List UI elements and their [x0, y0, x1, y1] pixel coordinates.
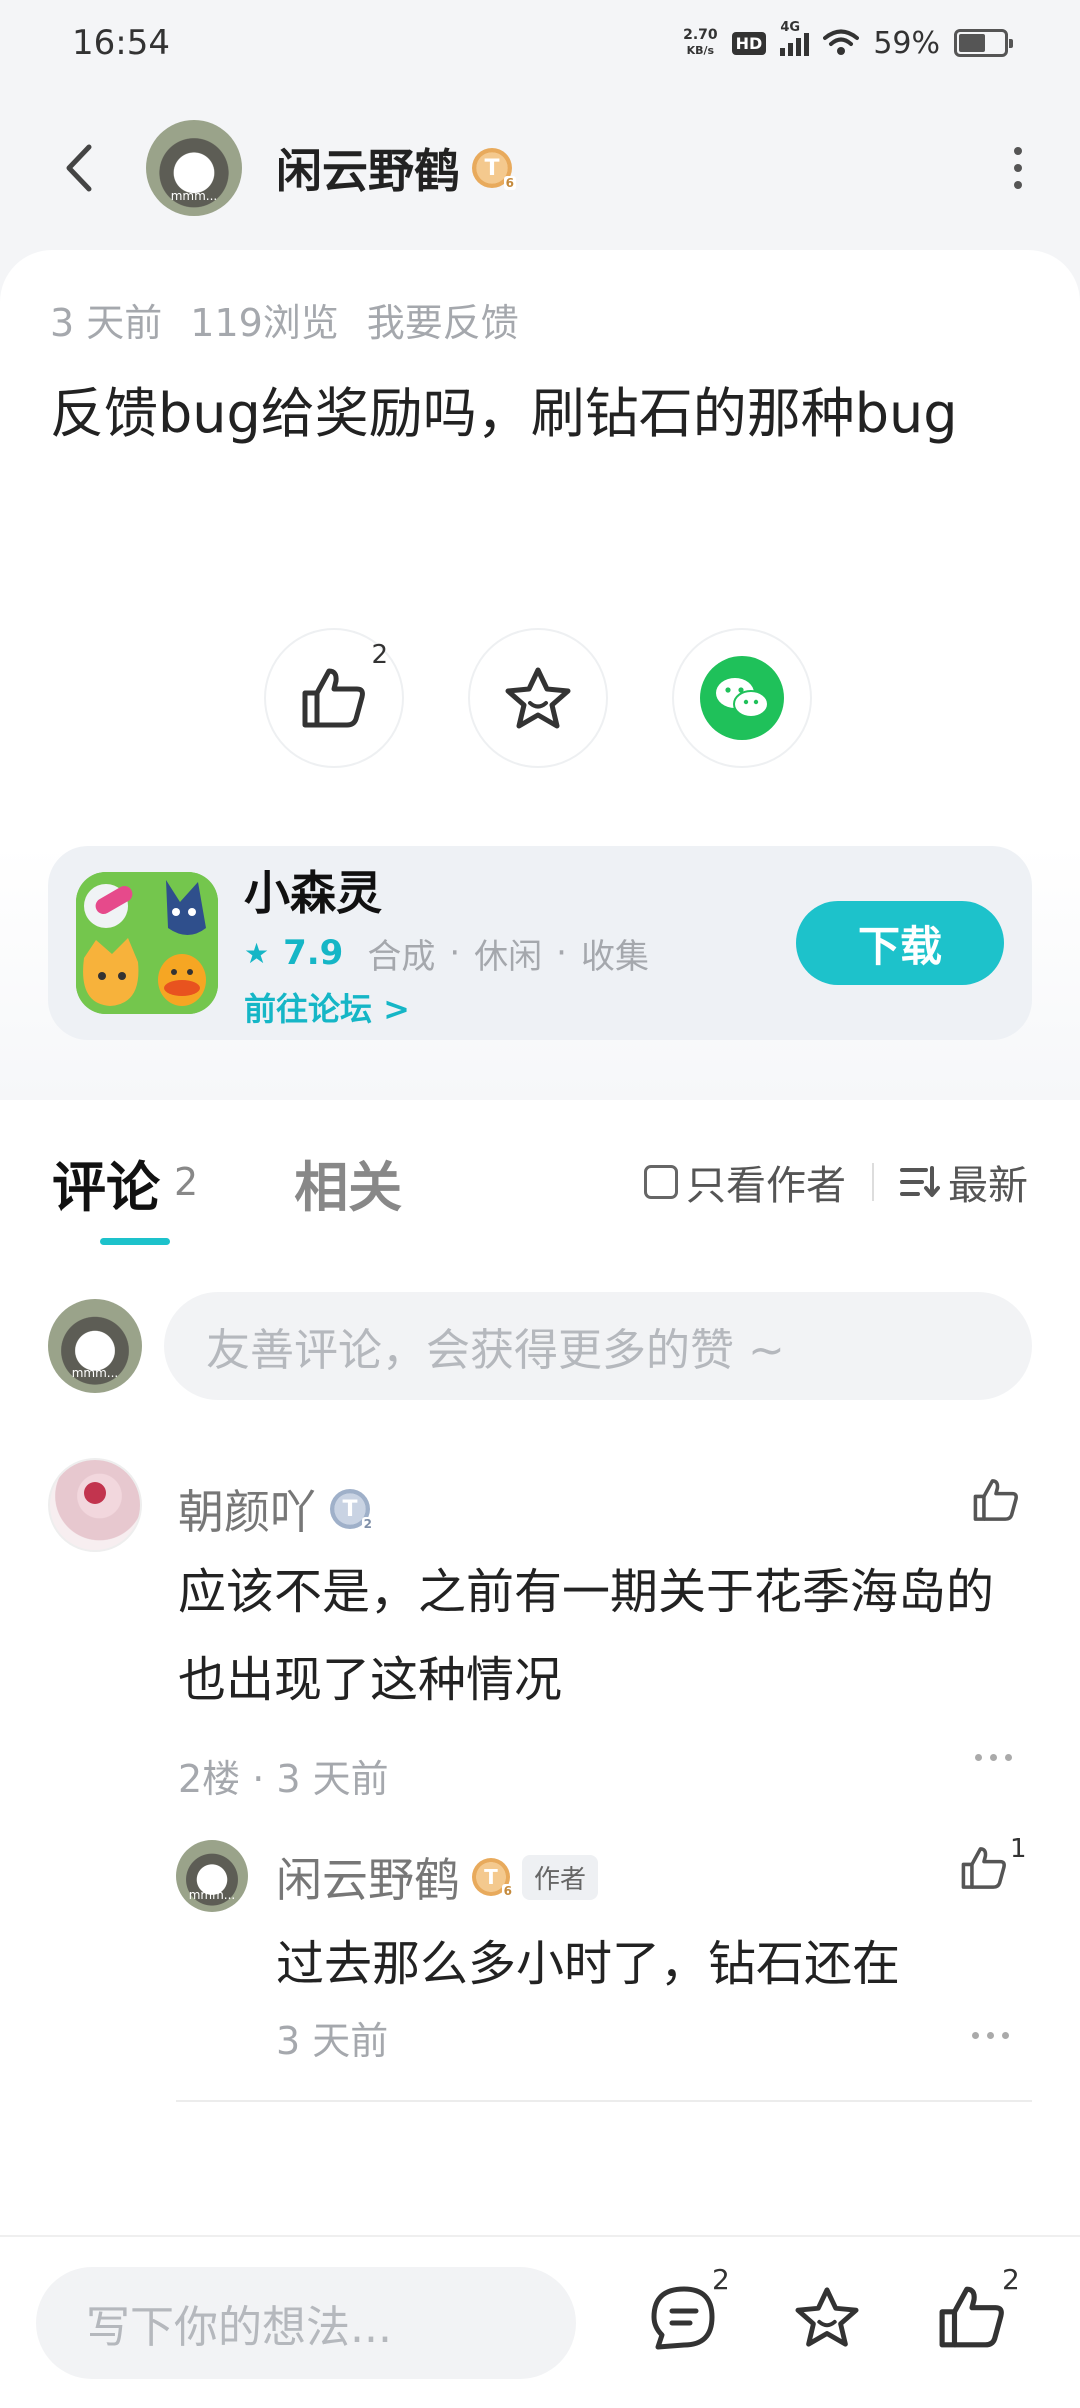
- wifi-icon: [823, 29, 860, 55]
- reply-name-row: 闲云野鹤 T 6 作者: [276, 1844, 599, 1910]
- post-title: 反馈bug给奖励吗，刷钻石的那种bug: [50, 382, 958, 445]
- reply-avatar[interactable]: [176, 1840, 248, 1912]
- bottom-favorite-button[interactable]: [793, 2285, 861, 2353]
- comment-meta: 2楼 · 3 天前: [178, 1757, 389, 1801]
- bottom-like-button[interactable]: 2: [938, 2263, 1020, 2353]
- tag-separator: ·: [556, 933, 567, 973]
- author-level-badge: T 6: [472, 148, 516, 190]
- author-tag: 作者: [522, 1854, 599, 1900]
- reply-like-count: 1: [1010, 1834, 1027, 1864]
- commenter-name[interactable]: 朝颜吖: [178, 1476, 316, 1542]
- sort-label: 最新: [948, 1163, 1028, 1209]
- filter-divider: [872, 1163, 874, 1201]
- author-name[interactable]: 闲云野鹤: [276, 135, 460, 201]
- author-only-filter[interactable]: 只看作者: [644, 1153, 846, 1211]
- nav-bar: 闲云野鹤 T 6: [0, 108, 1080, 228]
- commenter-avatar[interactable]: [48, 1458, 142, 1552]
- battery-icon: [954, 29, 1013, 57]
- back-button[interactable]: [48, 138, 108, 198]
- battery-percent: 59%: [873, 25, 940, 61]
- forum-link[interactable]: 前往论坛 >: [244, 984, 649, 1030]
- bottom-comment-count: 2: [712, 2263, 730, 2296]
- net-speed: 2.70 KB/s: [683, 27, 718, 58]
- reply-more-button[interactable]: [972, 2032, 1009, 2039]
- reply-name[interactable]: 闲云野鹤: [276, 1844, 460, 1910]
- author-avatar[interactable]: [146, 120, 242, 216]
- app-name: 小森灵: [244, 865, 382, 920]
- tag-separator: ·: [449, 933, 461, 973]
- tab-comments[interactable]: 评论: [52, 1143, 160, 1222]
- comment-more-button[interactable]: [975, 1754, 1012, 1761]
- post-card: 3 天前 119浏览 我要反馈 反馈bug给奖励吗，刷钻石的那种bug 2 小森…: [0, 250, 1080, 1100]
- bottom-comment-input[interactable]: 写下你的想法...: [36, 2267, 576, 2379]
- favorite-button[interactable]: [468, 628, 608, 768]
- reply-level-badge: T 6: [472, 1858, 514, 1898]
- signal-icon: 4G: [780, 20, 810, 56]
- app-tag: 合成: [367, 936, 436, 977]
- my-avatar: [48, 1299, 142, 1393]
- thumbs-up-icon: [961, 1847, 1006, 1889]
- post-time: 3 天前: [50, 301, 163, 345]
- comment-body: 应该不是，之前有一期关于花季海岛的也出现了这种情况: [178, 1564, 995, 1708]
- commenter-name-row: 朝颜吖 T 2: [178, 1476, 374, 1542]
- status-icons: 2.70 KB/s HD 4G 59%: [683, 20, 1013, 61]
- reply-body: 过去那么多小时了，钻石还在: [276, 1936, 901, 1992]
- hd-icon: HD: [731, 31, 767, 55]
- thumbs-up-icon: [973, 1479, 1018, 1521]
- comment-like-button[interactable]: [972, 1478, 1020, 1526]
- reply-meta: 3 天前: [276, 2019, 389, 2063]
- share-wechat-button[interactable]: [672, 628, 812, 768]
- star-icon: [795, 2287, 859, 2347]
- download-button[interactable]: 下载: [796, 901, 1004, 985]
- commenter-level-badge: T 2: [330, 1489, 374, 1531]
- post-views: 119浏览: [190, 301, 339, 345]
- sort-button[interactable]: 最新: [900, 1153, 1028, 1211]
- star-icon: [505, 667, 571, 729]
- comment-input-row: 友善评论，会获得更多的赞 ~: [48, 1292, 1032, 1400]
- tab-related[interactable]: 相关: [294, 1143, 402, 1222]
- app-info: 小森灵 ★ 7.9 合成 · 休闲 · 收集 前往论坛 >: [244, 857, 649, 1030]
- reply-like-button[interactable]: 1: [960, 1834, 1027, 1894]
- thumbs-up-icon: [939, 2286, 1004, 2348]
- app-tag: 收集: [580, 936, 649, 977]
- like-count: 2: [371, 640, 388, 670]
- author-only-checkbox[interactable]: [644, 1165, 678, 1199]
- app-tag: 休闲: [474, 936, 543, 977]
- status-time: 16:54: [72, 23, 170, 63]
- bottom-bar: 写下你的想法... 2 2: [0, 2235, 1080, 2408]
- tab-comments-count: 2: [174, 1160, 199, 1204]
- reply-divider: [176, 2100, 1032, 2102]
- app-icon[interactable]: [76, 872, 218, 1014]
- back-arrow-icon: [66, 144, 92, 192]
- like-button[interactable]: 2: [264, 628, 404, 768]
- comment-tabs: 评论 2 相关 只看作者 最新: [52, 1142, 1028, 1222]
- bottom-like-count: 2: [1002, 2263, 1020, 2296]
- comments-section: 评论 2 相关 只看作者 最新 友善评论，会获得更多的赞 ~ 朝颜吖 T 2: [0, 1100, 1080, 2235]
- comment-icon: [651, 2286, 715, 2350]
- thumbs-up-icon: [302, 668, 365, 728]
- app-score: 7.9: [283, 933, 344, 973]
- app-rating-row: ★ 7.9 合成 · 休闲 · 收集: [244, 929, 649, 978]
- feedback-link[interactable]: 我要反馈: [367, 292, 519, 347]
- sort-icon: [900, 1166, 940, 1197]
- rating-star-icon: ★: [244, 936, 270, 970]
- bottom-comment-button[interactable]: 2: [650, 2263, 730, 2355]
- wechat-icon: [700, 656, 784, 740]
- author-only-label: 只看作者: [686, 1163, 846, 1209]
- post-meta: 3 天前 119浏览 我要反馈: [50, 292, 519, 347]
- more-options-button[interactable]: [1004, 137, 1032, 199]
- comment-input[interactable]: 友善评论，会获得更多的赞 ~: [164, 1292, 1032, 1400]
- app-card[interactable]: 小森灵 ★ 7.9 合成 · 休闲 · 收集 前往论坛 > 下载: [48, 846, 1032, 1040]
- status-bar: 16:54 2.70 KB/s HD 4G 59%: [0, 0, 1080, 86]
- active-tab-indicator: [100, 1238, 170, 1245]
